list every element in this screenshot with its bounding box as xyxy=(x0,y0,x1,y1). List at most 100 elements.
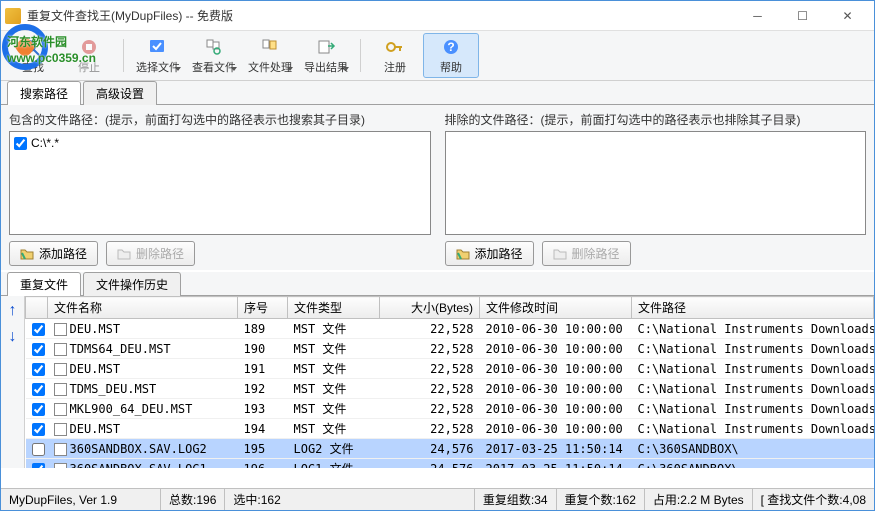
search-button[interactable]: 查找 xyxy=(5,33,61,78)
export-button[interactable]: 导出结果 xyxy=(298,33,354,78)
row-checkbox[interactable] xyxy=(32,423,45,436)
tab-history[interactable]: 文件操作历史 xyxy=(83,272,181,296)
table-row[interactable]: TDMS64_DEU.MST190MST 文件22,5282010-06-30 … xyxy=(26,339,874,359)
include-delete-button[interactable]: 删除路径 xyxy=(106,241,195,266)
tab-advanced[interactable]: 高级设置 xyxy=(83,81,157,105)
col-checkbox[interactable] xyxy=(26,297,48,319)
table-row[interactable]: DEU.MST194MST 文件22,5282010-06-30 10:00:0… xyxy=(26,419,874,439)
file-icon xyxy=(54,443,67,456)
close-button[interactable]: ✕ xyxy=(825,2,870,30)
row-checkbox[interactable] xyxy=(32,383,45,396)
col-filename[interactable]: 文件名称 xyxy=(48,297,238,319)
include-add-button[interactable]: 添加路径 xyxy=(9,241,98,266)
cell-filename: TDMS64_DEU.MST xyxy=(48,339,238,359)
col-type[interactable]: 文件类型 xyxy=(288,297,380,319)
tab-dup-files[interactable]: 重复文件 xyxy=(7,272,81,296)
select-files-icon xyxy=(146,37,170,57)
nav-arrows: ↑ ↓ xyxy=(1,296,25,468)
table-row[interactable]: DEU.MST191MST 文件22,5282010-06-30 10:00:0… xyxy=(26,359,874,379)
col-size[interactable]: 大小(Bytes) xyxy=(380,297,480,319)
cell-path: C:\National Instruments Downloads\NILWCV xyxy=(632,359,874,379)
table-row[interactable]: MKL900_64_DEU.MST193MST 文件22,5282010-06-… xyxy=(26,399,874,419)
col-mtime[interactable]: 文件修改时间 xyxy=(480,297,632,319)
arrow-down-button[interactable]: ↓ xyxy=(9,328,17,346)
table-row[interactable]: TDMS_DEU.MST192MST 文件22,5282010-06-30 10… xyxy=(26,379,874,399)
tab-search-path[interactable]: 搜索路径 xyxy=(7,81,81,105)
chevron-down-icon xyxy=(287,67,293,71)
status-version: MyDupFiles, Ver 1.9 xyxy=(1,489,161,510)
cell-size: 22,528 xyxy=(380,379,480,399)
path-panels: 包含的文件路径：(提示，前面打勾选中的路径表示也搜索其子目录) C:\*.* 添… xyxy=(1,105,874,270)
view-files-button[interactable]: 查看文件 xyxy=(186,33,242,78)
arrow-up-button[interactable]: ↑ xyxy=(9,302,17,320)
cell-date: 2010-06-30 10:00:00 xyxy=(480,399,632,419)
row-checkbox[interactable] xyxy=(32,343,45,356)
results-grid[interactable]: 文件名称 序号 文件类型 大小(Bytes) 文件修改时间 文件路径 DEU.M… xyxy=(25,296,874,468)
include-path-item[interactable]: C:\*.* xyxy=(14,136,426,150)
row-checkbox[interactable] xyxy=(32,443,45,456)
cell-type: MST 文件 xyxy=(288,399,380,419)
col-seq[interactable]: 序号 xyxy=(238,297,288,319)
include-path-checkbox[interactable] xyxy=(14,137,27,150)
exclude-panel: 排除的文件路径：(提示，前面打勾选中的路径表示也排除其子目录) 添加路径 删除路… xyxy=(445,111,867,266)
table-row[interactable]: 360SANDBOX.SAV.LOG2195LOG2 文件24,5762017-… xyxy=(26,439,874,459)
include-path-text: C:\*.* xyxy=(31,136,59,150)
cell-size: 22,528 xyxy=(380,419,480,439)
cell-filename: TDMS_DEU.MST xyxy=(48,379,238,399)
cell-path: C:\National Instruments Downloads\NILWCV xyxy=(632,319,874,339)
cell-type: MST 文件 xyxy=(288,359,380,379)
cell-seq: 195 xyxy=(238,439,288,459)
chevron-down-icon xyxy=(175,67,181,71)
cell-size: 22,528 xyxy=(380,399,480,419)
file-icon xyxy=(54,323,67,336)
cell-date: 2010-06-30 10:00:00 xyxy=(480,339,632,359)
cell-date: 2010-06-30 10:00:00 xyxy=(480,319,632,339)
cell-filename: MKL900_64_DEU.MST xyxy=(48,399,238,419)
register-button[interactable]: 注册 xyxy=(367,33,423,78)
cell-filename: DEU.MST xyxy=(48,419,238,439)
file-icon xyxy=(54,383,67,396)
row-checkbox[interactable] xyxy=(32,463,45,469)
status-selected: 选中:162 xyxy=(225,489,474,510)
cell-seq: 191 xyxy=(238,359,288,379)
col-path[interactable]: 文件路径 xyxy=(632,297,874,319)
cell-size: 24,576 xyxy=(380,459,480,469)
status-bar: MyDupFiles, Ver 1.9 总数:196 选中:162 重复组数: … xyxy=(1,488,874,510)
cell-date: 2010-06-30 10:00:00 xyxy=(480,419,632,439)
file-icon xyxy=(54,403,67,416)
cell-path: C:\National Instruments Downloads\NILWCV xyxy=(632,419,874,439)
select-files-button[interactable]: 选择文件 xyxy=(130,33,186,78)
row-checkbox[interactable] xyxy=(32,323,45,336)
toolbar-separator xyxy=(360,39,361,72)
minimize-button[interactable]: ─ xyxy=(735,2,780,30)
chevron-down-icon xyxy=(231,67,237,71)
row-checkbox[interactable] xyxy=(32,363,45,376)
maximize-button[interactable]: ☐ xyxy=(780,2,825,30)
cell-type: MST 文件 xyxy=(288,419,380,439)
cell-date: 2010-06-30 10:00:00 xyxy=(480,359,632,379)
exclude-label: 排除的文件路径：(提示，前面打勾选中的路径表示也排除其子目录) xyxy=(445,111,867,128)
file-icon xyxy=(54,363,67,376)
search-icon xyxy=(21,37,45,57)
cell-filename: 360SANDBOX.SAV.LOG2 xyxy=(48,439,238,459)
view-files-icon xyxy=(202,37,226,57)
include-list[interactable]: C:\*.* xyxy=(9,131,431,235)
help-button[interactable]: ? 帮助 xyxy=(423,33,479,78)
table-row[interactable]: 360SANDBOX.SAV.LOG1196LOG1 文件24,5762017-… xyxy=(26,459,874,469)
cell-seq: 196 xyxy=(238,459,288,469)
table-row[interactable]: DEU.MST189MST 文件22,5282010-06-30 10:00:0… xyxy=(26,319,874,339)
cell-path: C:\360SANDBOX\ xyxy=(632,439,874,459)
exclude-add-button[interactable]: 添加路径 xyxy=(445,241,534,266)
toolbar-separator xyxy=(123,39,124,72)
stop-button[interactable]: 停止 xyxy=(61,33,117,78)
cell-size: 22,528 xyxy=(380,339,480,359)
exclude-delete-button[interactable]: 删除路径 xyxy=(542,241,631,266)
file-process-button[interactable]: 文件处理 xyxy=(242,33,298,78)
exclude-list[interactable] xyxy=(445,131,867,235)
help-icon: ? xyxy=(439,37,463,57)
include-panel: 包含的文件路径：(提示，前面打勾选中的路径表示也搜索其子目录) C:\*.* 添… xyxy=(9,111,431,266)
cell-size: 24,576 xyxy=(380,439,480,459)
folder-open-icon xyxy=(456,248,470,260)
file-process-icon xyxy=(258,37,282,57)
row-checkbox[interactable] xyxy=(32,403,45,416)
